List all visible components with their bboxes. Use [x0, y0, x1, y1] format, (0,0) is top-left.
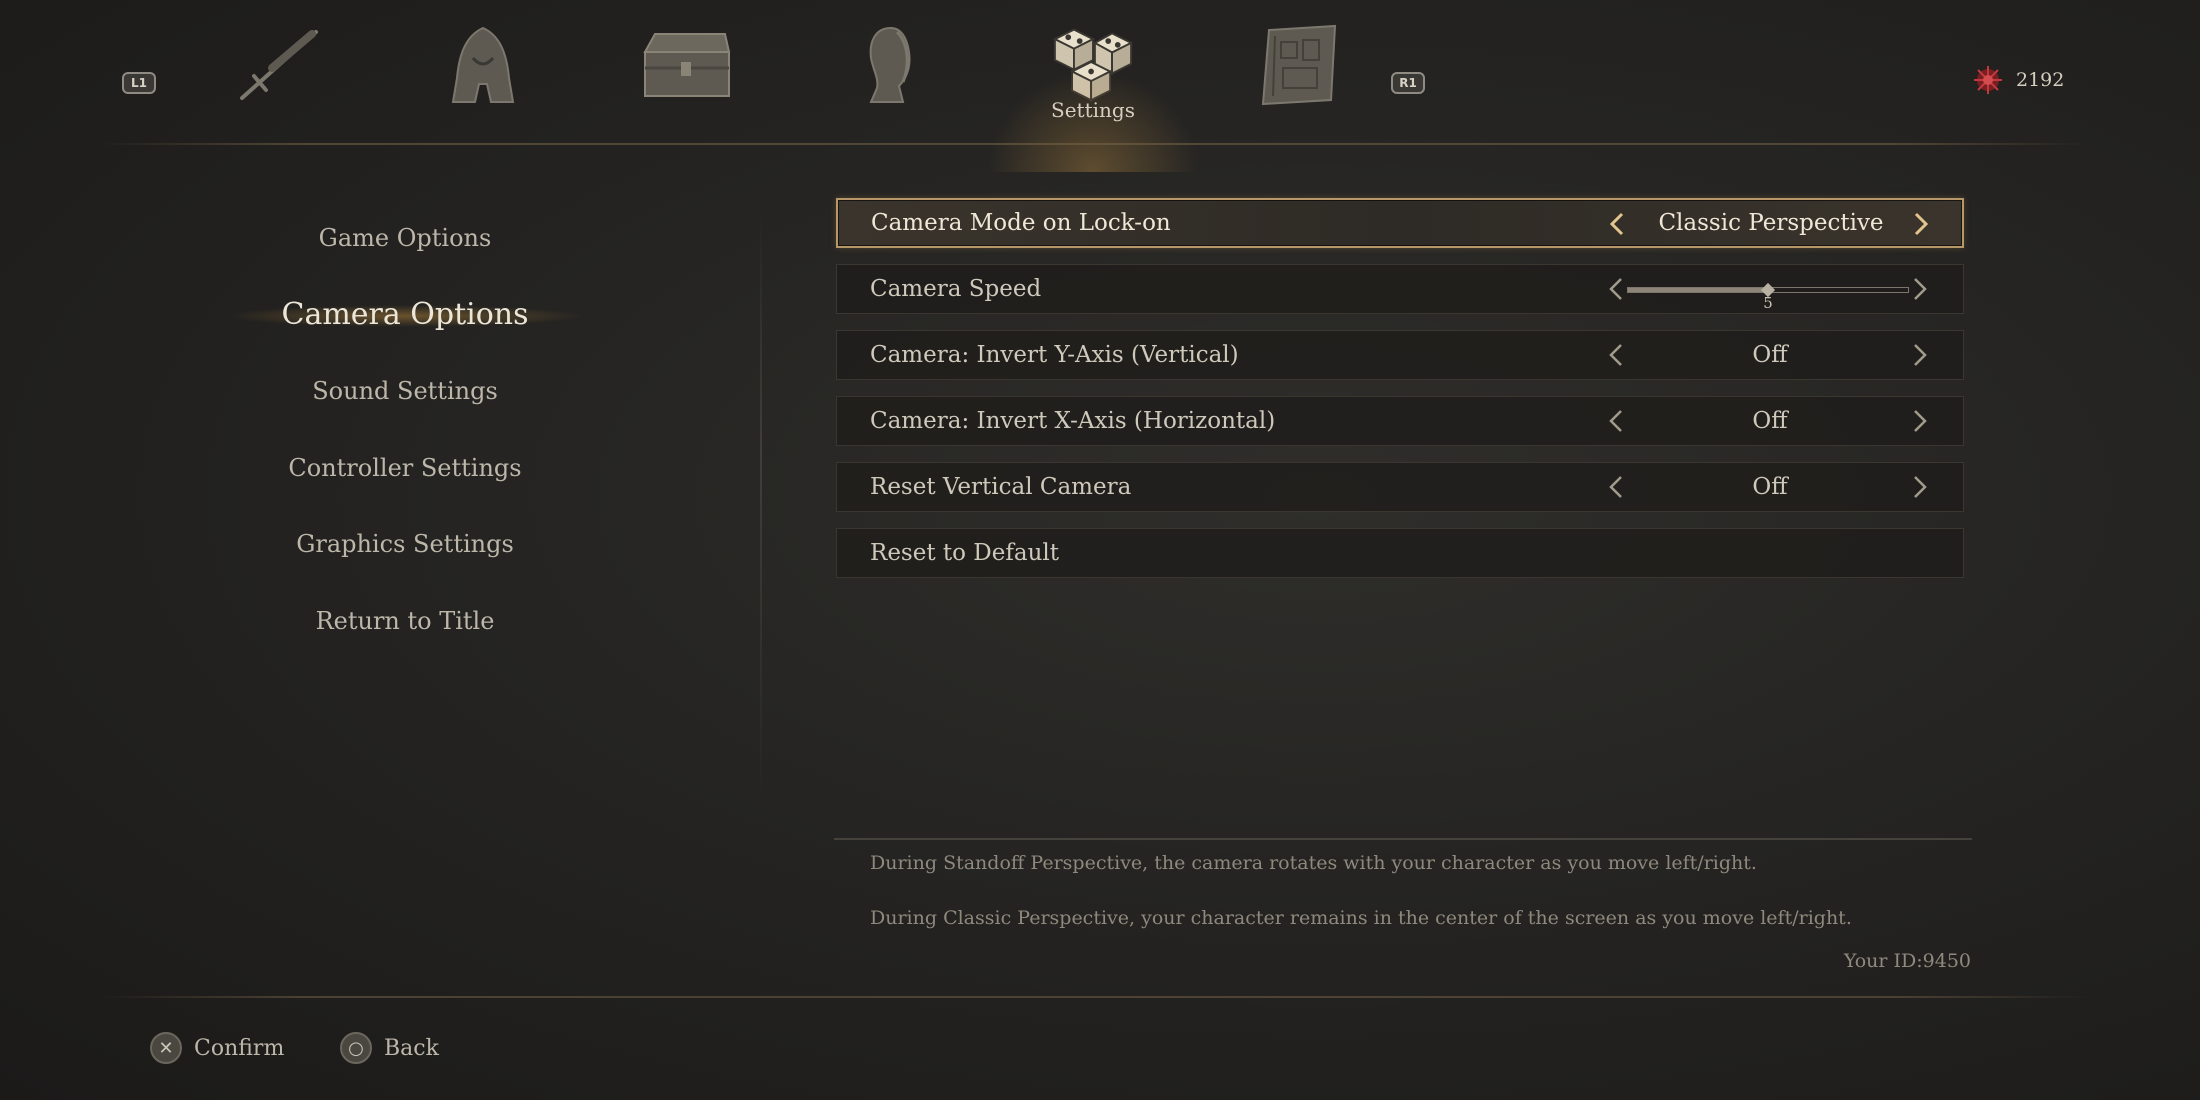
- menu-item-game-options[interactable]: Game Options: [205, 200, 605, 277]
- arrow-left-icon[interactable]: [1603, 407, 1629, 435]
- slider-fill: [1628, 288, 1769, 292]
- setting-invert-x-axis[interactable]: Camera: Invert X-Axis (Horizontal) Off: [836, 396, 1964, 446]
- cross-button-icon: ✕: [150, 1032, 182, 1064]
- tab-weapons[interactable]: [225, 22, 335, 122]
- description-divider: [834, 838, 1972, 840]
- settings-cubes-icon: [1052, 28, 1134, 102]
- ergo-icon: [1974, 66, 2002, 94]
- menu-item-return-to-title[interactable]: Return to Title: [205, 583, 605, 660]
- chest-icon: [643, 33, 731, 97]
- arrow-left-icon[interactable]: [1603, 341, 1629, 369]
- arrow-right-icon[interactable]: [1907, 473, 1933, 501]
- menu-item-label: Graphics Settings: [296, 530, 514, 559]
- arrow-left-icon[interactable]: [1603, 473, 1629, 501]
- hooded-armor-icon: [451, 26, 515, 103]
- tab-inventory[interactable]: [630, 22, 740, 122]
- menu-item-controller-settings[interactable]: Controller Settings: [205, 430, 605, 507]
- slider-value: 5: [1763, 294, 1773, 312]
- puppet-head-icon: [869, 26, 911, 103]
- setting-invert-y-axis[interactable]: Camera: Invert Y-Axis (Vertical) Off: [836, 330, 1964, 380]
- back-label: Back: [384, 1035, 439, 1061]
- setting-camera-mode-lock-on[interactable]: Camera Mode on Lock-on Classic Perspecti…: [836, 198, 1964, 248]
- menu-item-label: Sound Settings: [312, 377, 498, 406]
- menu-item-camera-options[interactable]: Camera Options: [205, 277, 605, 354]
- header-divider: [100, 143, 2090, 145]
- setting-label: Camera Mode on Lock-on: [871, 210, 1171, 236]
- menu-item-graphics-settings[interactable]: Graphics Settings: [205, 506, 605, 583]
- setting-description-line-2: During Classic Perspective, your charact…: [870, 907, 1852, 929]
- setting-value: Off: [1752, 474, 1788, 500]
- setting-reset-to-default[interactable]: Reset to Default: [836, 528, 1964, 578]
- tab-equipment[interactable]: [428, 22, 538, 122]
- setting-label: Camera Speed: [870, 276, 1042, 302]
- confirm-label: Confirm: [194, 1035, 285, 1061]
- tab-map[interactable]: [1244, 22, 1354, 122]
- tab-character[interactable]: [834, 22, 944, 122]
- setting-label: Camera: Invert Y-Axis (Vertical): [870, 342, 1239, 368]
- l1-button[interactable]: L1: [122, 72, 156, 94]
- setting-value: Classic Perspective: [1658, 210, 1884, 236]
- currency-value: 2192: [2016, 69, 2065, 91]
- r1-button[interactable]: R1: [1391, 72, 1425, 94]
- setting-label: Reset Vertical Camera: [870, 474, 1132, 500]
- sword-icon: [240, 30, 318, 100]
- menu-item-label: Return to Title: [315, 606, 495, 635]
- camera-settings-list: Camera Mode on Lock-on Classic Perspecti…: [836, 198, 1964, 594]
- settings-category-menu: Game Options Camera Options Sound Settin…: [205, 200, 605, 659]
- back-hint[interactable]: ○ Back: [340, 1032, 439, 1064]
- setting-label: Reset to Default: [870, 540, 1059, 566]
- confirm-hint[interactable]: ✕ Confirm: [150, 1032, 284, 1064]
- arrow-left-icon[interactable]: [1603, 275, 1629, 303]
- menu-item-label: Controller Settings: [288, 453, 522, 482]
- menu-item-label: Camera Options: [281, 297, 529, 333]
- setting-label: Camera: Invert X-Axis (Horizontal): [870, 408, 1276, 434]
- circle-button-icon: ○: [340, 1032, 372, 1064]
- setting-value: Off: [1752, 408, 1788, 434]
- currency-counter: 2192: [1972, 64, 2064, 96]
- menu-divider: [760, 210, 762, 810]
- arrow-right-icon[interactable]: [1907, 407, 1933, 435]
- tab-settings-label: Settings: [1051, 98, 1135, 122]
- menu-item-sound-settings[interactable]: Sound Settings: [205, 353, 605, 430]
- arrow-left-icon[interactable]: [1604, 210, 1630, 238]
- setting-description-line-1: During Standoff Perspective, the camera …: [870, 852, 1757, 874]
- top-navigation: L1 Settings R1 2192: [0, 0, 2200, 172]
- arrow-right-icon[interactable]: [1907, 341, 1933, 369]
- setting-reset-vertical-camera[interactable]: Reset Vertical Camera Off: [836, 462, 1964, 512]
- tab-settings[interactable]: Settings: [978, 22, 1208, 172]
- menu-item-label: Game Options: [318, 224, 492, 253]
- footer-divider: [100, 996, 2090, 998]
- camera-speed-slider[interactable]: 5: [1627, 278, 1909, 312]
- setting-value: Off: [1752, 342, 1788, 368]
- setting-camera-speed[interactable]: Camera Speed 5: [836, 264, 1964, 314]
- arrow-right-icon[interactable]: [1908, 210, 1934, 238]
- map-scroll-icon: [1261, 24, 1337, 106]
- user-id: Your ID:9450: [1843, 950, 1971, 972]
- arrow-right-icon[interactable]: [1907, 275, 1933, 303]
